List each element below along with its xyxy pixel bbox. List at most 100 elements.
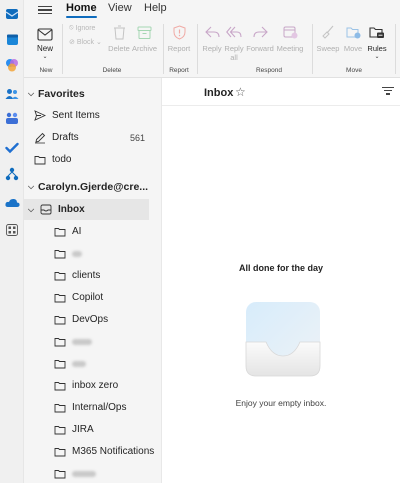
folder-redacted[interactable] — [24, 463, 161, 483]
delete-button[interactable]: Delete — [108, 22, 130, 53]
empty-inbox-illustration — [244, 300, 322, 378]
folder-icon — [52, 293, 68, 303]
teams-icon[interactable] — [4, 110, 20, 126]
folder-drafts[interactable]: Drafts 561 — [24, 127, 161, 148]
shield-alert-icon — [167, 22, 191, 42]
tab-view[interactable]: View — [108, 2, 132, 18]
folder-label: Inbox — [58, 204, 85, 215]
folder-icon — [52, 337, 68, 347]
divider — [62, 24, 63, 74]
group-label-respond: Respond — [255, 67, 283, 74]
move-button[interactable]: Move — [342, 22, 364, 53]
folder-icon — [52, 227, 68, 237]
folder-label: Sent Items — [52, 110, 100, 121]
ignore-button[interactable]: ⦸ Ignore — [69, 24, 95, 32]
sweep-button[interactable]: Sweep — [316, 22, 340, 53]
folder-m365-notifications[interactable]: M365 Notifications — [24, 441, 161, 462]
folder-label: inbox zero — [72, 380, 119, 391]
reply-all-label-1: Reply — [224, 44, 244, 53]
calendar-icon[interactable] — [4, 31, 20, 47]
chevron-down-icon: ⌄ — [96, 39, 102, 46]
hamburger-menu-icon[interactable] — [38, 4, 52, 16]
folder-inbox-zero[interactable]: inbox zero — [24, 375, 161, 396]
tab-home[interactable]: Home — [66, 2, 97, 18]
folder-icon — [52, 315, 68, 325]
rules-button[interactable]: Rules ⌄ — [365, 22, 389, 60]
folder-label: M365 Notifications — [72, 446, 155, 457]
divider — [395, 24, 396, 74]
folder-move-icon — [342, 22, 364, 42]
folder-ai[interactable]: AI — [24, 221, 161, 242]
folder-copilot[interactable]: Copilot — [24, 287, 161, 308]
archive-button[interactable]: Archive — [132, 22, 158, 53]
meeting-button[interactable]: Meeting — [275, 22, 305, 53]
apps-icon[interactable] — [4, 222, 20, 238]
account-label: Carolyn.Gjerde@cre... — [38, 180, 149, 193]
folder-label: Internal/Ops — [72, 402, 127, 413]
empty-state-subtitle: Enjoy your empty inbox. — [235, 398, 327, 408]
ignore-label: Ignore — [75, 24, 96, 32]
todo-icon[interactable] — [4, 140, 20, 156]
block-icon: ⊘ — [69, 39, 75, 46]
forward-button[interactable]: Forward — [245, 22, 275, 53]
send-icon — [32, 110, 48, 121]
inbox-icon — [38, 204, 54, 215]
folder-todo[interactable]: todo — [24, 149, 161, 170]
folder-redacted[interactable] — [24, 353, 161, 374]
onedrive-icon[interactable] — [4, 195, 20, 211]
tab-bar: Home View Help — [24, 0, 400, 20]
group-label-move: Move — [346, 67, 362, 74]
folder-clients[interactable]: clients — [24, 265, 161, 286]
chevron-down-icon: ⌵ — [27, 204, 35, 214]
empty-state-title: All done for the day — [238, 263, 323, 273]
favorites-header[interactable]: ⌵ Favorites — [24, 83, 161, 104]
folder-internal-ops[interactable]: Internal/Ops — [24, 397, 161, 418]
folder-sent-items[interactable]: Sent Items — [24, 105, 161, 126]
sweep-label: Sweep — [316, 44, 340, 53]
filter-icon[interactable] — [382, 87, 394, 97]
org-explorer-icon[interactable] — [4, 166, 20, 182]
message-list: Inbox ☆ All done for the day Enjoy your … — [161, 78, 400, 483]
folder-rules-icon — [365, 22, 389, 42]
app-rail — [0, 0, 24, 483]
account-header[interactable]: ⌵ Carolyn.Gjerde@cre... — [24, 176, 161, 197]
folder-redacted[interactable] — [24, 331, 161, 352]
redacted-label — [72, 360, 86, 367]
folder-icon — [52, 381, 68, 391]
calendar-reply-icon — [275, 22, 305, 42]
block-button[interactable]: ⊘ Block ⌄ — [69, 38, 102, 47]
people-icon[interactable] — [4, 86, 20, 102]
favorites-label: Favorites — [38, 87, 85, 100]
group-label-new: New — [39, 67, 53, 74]
copilot-icon[interactable] — [4, 57, 20, 73]
mail-new-icon — [34, 24, 56, 44]
group-label-report: Report — [169, 67, 189, 74]
folder-icon — [32, 155, 48, 165]
broom-icon — [316, 22, 340, 42]
folder-label: Drafts — [52, 132, 79, 143]
delete-label: Delete — [108, 44, 130, 53]
tab-help[interactable]: Help — [144, 2, 167, 18]
reply-label: Reply — [202, 44, 222, 53]
reply-all-button[interactable]: Reply all — [224, 22, 244, 62]
new-button[interactable]: New ⌄ — [34, 24, 56, 60]
folder-icon — [52, 469, 68, 479]
unread-count: 561 — [129, 132, 145, 143]
chevron-down-icon: ⌵ — [27, 88, 35, 98]
redacted-label — [72, 338, 92, 345]
folder-jira[interactable]: JIRA — [24, 419, 161, 440]
star-icon[interactable]: ☆ — [235, 85, 246, 99]
redacted-label — [72, 250, 82, 257]
report-label: Report — [167, 44, 191, 53]
rules-label: Rules — [367, 44, 387, 53]
report-button[interactable]: Report — [167, 22, 191, 53]
archive-label: Archive — [132, 44, 158, 53]
folder-redacted[interactable] — [24, 243, 161, 264]
mail-icon[interactable] — [4, 5, 20, 21]
folder-inbox[interactable]: ⌵ Inbox — [24, 199, 149, 220]
new-label: New — [36, 44, 53, 53]
reply-button[interactable]: Reply — [201, 22, 223, 53]
pencil-icon — [32, 132, 48, 144]
list-title: Inbox — [204, 87, 234, 99]
folder-devops[interactable]: DevOps — [24, 309, 161, 330]
